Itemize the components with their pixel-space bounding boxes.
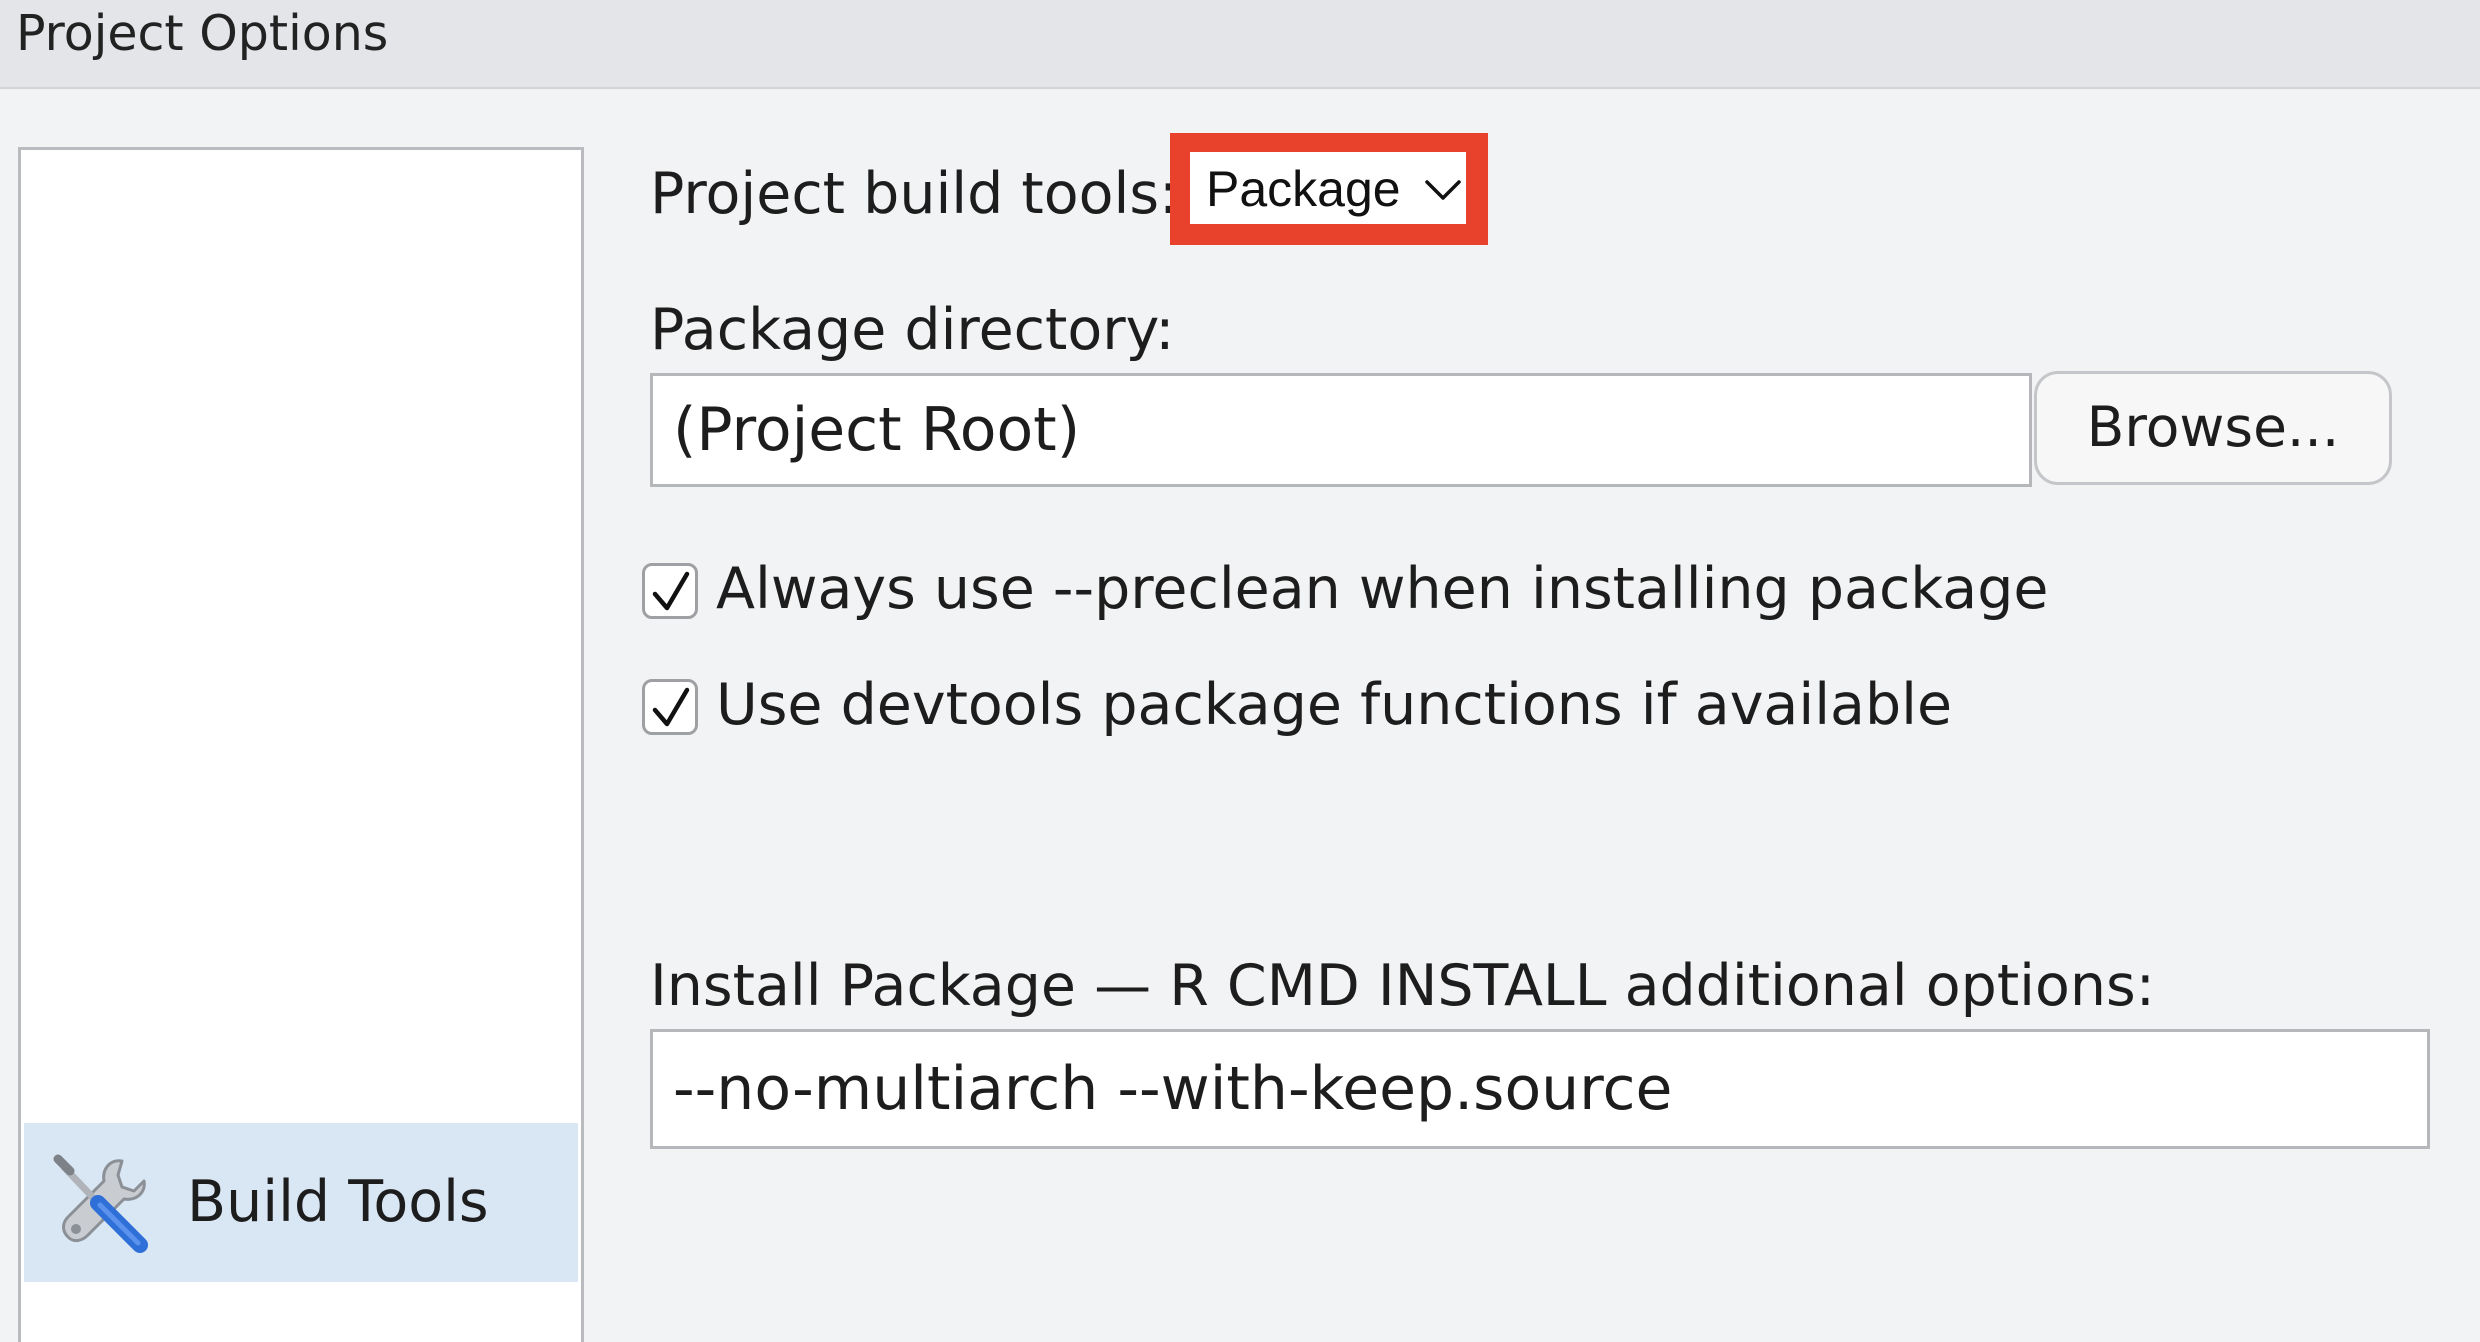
devtools-checkbox[interactable] [642,679,698,735]
checkmark-icon [652,571,690,611]
package-directory-label: Package directory: [650,297,1175,363]
preclean-checkbox-label[interactable]: Always use --preclean when installing pa… [716,556,2049,622]
project-options-dialog: Project Options Build Tools Project buil… [0,0,2480,1342]
build-tools-selected-value: Package [1206,161,1401,217]
sidebar-item-label: Build Tools [187,1169,489,1235]
checkmark-icon [652,687,690,727]
install-options-label: Install Package — R CMD INSTALL addition… [650,953,2155,1019]
title-bar: Project Options [0,0,2480,89]
package-directory-field[interactable]: (Project Root) [650,373,2032,487]
sidebar-item-build-tools[interactable]: Build Tools [24,1123,578,1282]
build-tools-select[interactable]: Package [1190,152,1466,224]
options-sidebar: Build Tools [18,147,584,1342]
preclean-checkbox[interactable] [642,563,698,619]
chevron-down-icon [1423,170,1463,210]
dialog-title: Project Options [16,5,389,62]
browse-button[interactable]: Browse... [2034,371,2392,485]
devtools-checkbox-label[interactable]: Use devtools package functions if availa… [716,672,1952,738]
build-tools-label: Project build tools: [650,161,1179,227]
install-options-field[interactable]: --no-multiarch --with-keep.source [650,1029,2430,1149]
build-tools-icon [50,1153,154,1253]
